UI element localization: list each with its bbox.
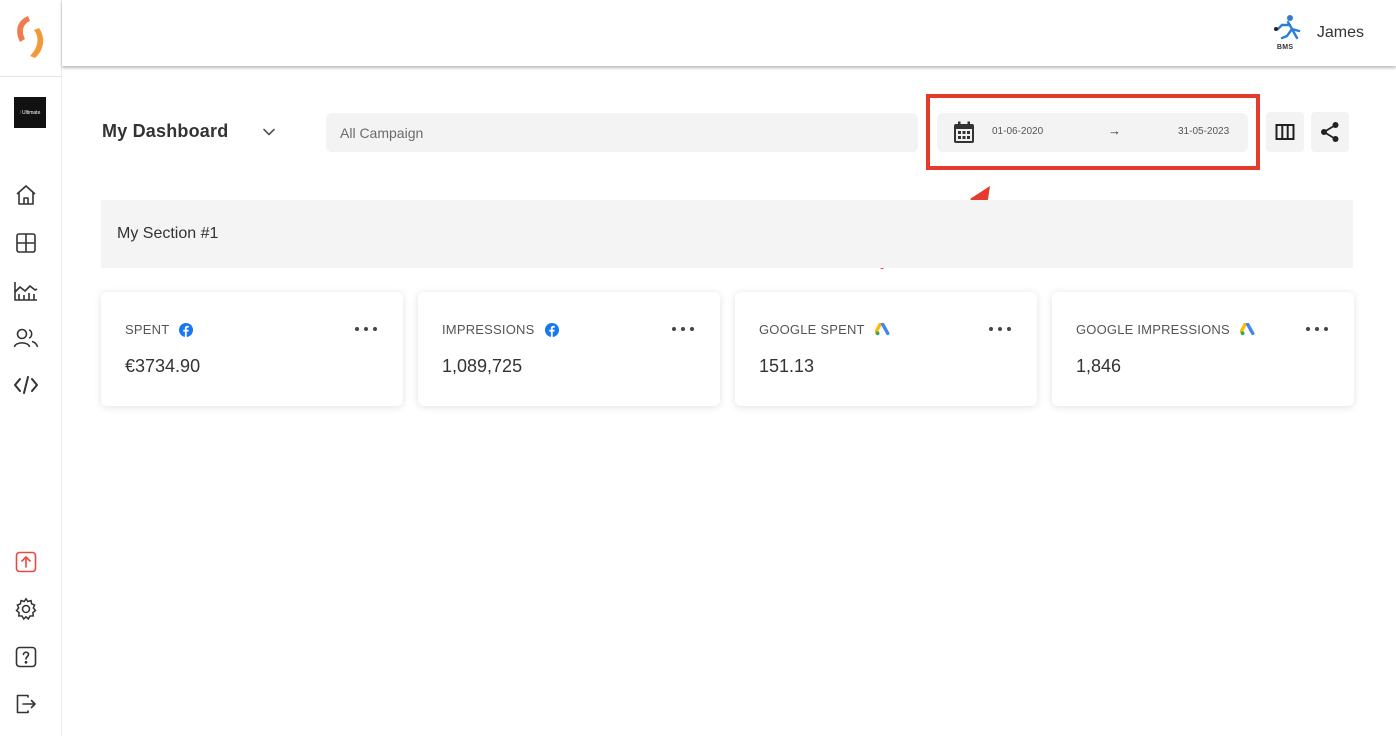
card-value: 151.13	[759, 356, 815, 376]
home-icon	[16, 185, 36, 205]
brand-chip-text: Ultimate	[22, 109, 41, 116]
card-label-row: GOOGLE IMPRESSIONS	[1076, 322, 1255, 337]
help-icon	[15, 646, 37, 668]
annotation-highlight-box	[926, 94, 1260, 170]
card-label-row: SPENT	[125, 322, 194, 337]
card-label: GOOGLE SPENT	[759, 322, 865, 337]
dashboard-grid-icon	[16, 233, 36, 253]
nav-users[interactable]	[12, 324, 40, 352]
share-icon	[1321, 122, 1339, 142]
chevron-down-icon[interactable]	[262, 127, 276, 137]
user-name: James	[1316, 24, 1364, 41]
card-value: €3734.90	[125, 356, 201, 376]
metric-card-spent[interactable]: SPENT €3734.90	[101, 292, 403, 406]
company-logo: BMS	[1273, 14, 1303, 52]
more-options-icon[interactable]	[989, 324, 1011, 334]
app-logo[interactable]	[10, 12, 50, 60]
columns-icon	[1275, 124, 1295, 140]
card-label: GOOGLE IMPRESSIONS	[1076, 322, 1230, 337]
gear-icon	[15, 597, 37, 621]
metric-card-google-spent[interactable]: GOOGLE SPENT 151.13	[735, 292, 1037, 406]
nav-upload[interactable]	[12, 548, 40, 576]
nav-analytics[interactable]	[12, 277, 40, 305]
section-title: My Section #1	[117, 225, 219, 242]
area-chart-icon	[14, 282, 38, 301]
metric-card-impressions[interactable]: IMPRESSIONS 1,089,725	[418, 292, 720, 406]
campaign-filter[interactable]: All Campaign	[326, 113, 918, 152]
card-value: 1,089,725	[442, 356, 523, 376]
users-icon	[13, 328, 39, 348]
company-logo-text: BMS	[1276, 44, 1294, 51]
account-brand-logo[interactable]: / Ultimate	[14, 97, 46, 128]
user-menu[interactable]: BMS James	[1273, 14, 1364, 52]
more-options-icon[interactable]	[672, 324, 694, 334]
campaign-filter-text: All Campaign	[340, 124, 424, 141]
sidebar: / Ultimate	[0, 0, 62, 736]
section-header[interactable]: My Section #1	[101, 200, 1353, 268]
card-label-row: GOOGLE SPENT	[759, 322, 890, 337]
google-ads-icon	[874, 323, 890, 336]
nav-code[interactable]	[12, 371, 40, 399]
top-bar: BMS James	[62, 0, 1396, 66]
more-options-icon[interactable]	[355, 324, 377, 334]
more-options-icon[interactable]	[1306, 324, 1328, 334]
share-button[interactable]	[1311, 112, 1349, 152]
sidebar-divider	[0, 76, 62, 77]
runner-icon	[1273, 15, 1301, 40]
card-label: IMPRESSIONS	[442, 322, 535, 337]
upload-icon	[15, 551, 37, 573]
card-label: SPENT	[125, 322, 170, 337]
dashboard-title[interactable]: My Dashboard	[102, 121, 228, 142]
nav-logout[interactable]	[12, 690, 40, 718]
nav-settings[interactable]	[12, 595, 40, 623]
logout-icon	[16, 694, 36, 714]
columns-button[interactable]	[1266, 112, 1304, 152]
card-label-row: IMPRESSIONS	[442, 322, 559, 337]
metric-card-google-impressions[interactable]: GOOGLE IMPRESSIONS 1,846	[1052, 292, 1354, 406]
facebook-icon	[179, 322, 194, 337]
google-ads-icon	[1239, 323, 1255, 336]
code-icon	[14, 376, 38, 394]
nav-help[interactable]	[12, 643, 40, 671]
card-value: 1,846	[1076, 356, 1122, 376]
nav-dashboards[interactable]	[12, 229, 40, 257]
facebook-icon	[544, 322, 559, 337]
nav-home[interactable]	[12, 181, 40, 209]
